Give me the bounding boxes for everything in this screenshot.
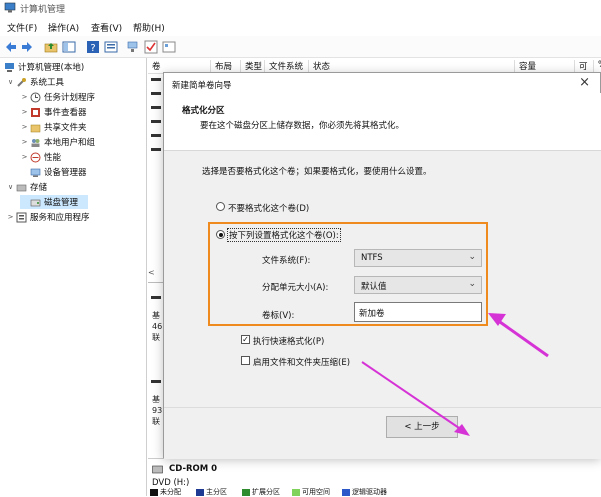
arrow-to-volume-label (499, 320, 549, 358)
annotation-arrows (361, 313, 549, 436)
arrow-to-back-button (361, 361, 463, 431)
